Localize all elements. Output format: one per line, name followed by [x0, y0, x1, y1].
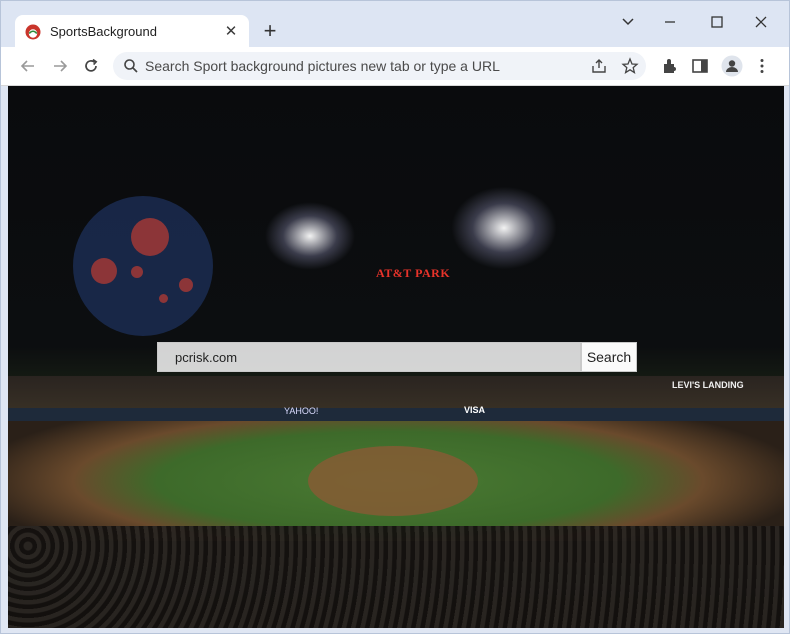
new-tab-page: AT&T PARK LEVI'S LANDING YAHOO! VISA Sea…	[8, 86, 784, 628]
tab-sportsbackground[interactable]: SportsBackground ✕	[15, 15, 249, 49]
browser-window: SportsBackground ✕ + Search Sport backgr…	[0, 0, 790, 634]
close-icon[interactable]	[747, 10, 775, 34]
sportsbackground-logo-icon	[25, 24, 41, 40]
search-input[interactable]	[158, 343, 580, 371]
side-panel-icon[interactable]	[690, 56, 710, 76]
search-input-container	[157, 342, 581, 372]
star-icon[interactable]	[621, 57, 639, 75]
new-tab-button[interactable]: +	[258, 19, 282, 43]
back-icon[interactable]	[15, 53, 41, 79]
omnibox-placeholder: Search Sport background pictures new tab…	[145, 58, 500, 74]
chevron-down-icon[interactable]	[614, 10, 642, 34]
search-icon	[124, 59, 138, 73]
levis-landing-sign: LEVI'S LANDING	[672, 380, 744, 390]
att-park-sign: AT&T PARK	[376, 266, 451, 280]
infield-dirt	[308, 446, 478, 516]
maximize-icon[interactable]	[703, 10, 731, 34]
omnibox[interactable]: Search Sport background pictures new tab…	[113, 52, 646, 80]
tab-close-icon[interactable]: ✕	[221, 22, 241, 42]
tab-title: SportsBackground	[50, 24, 157, 39]
browser-toolbar: Search Sport background pictures new tab…	[1, 47, 789, 86]
visa-sign: VISA	[464, 405, 486, 415]
outfield-fence	[8, 408, 784, 422]
share-icon[interactable]	[590, 57, 608, 75]
tab-strip: SportsBackground ✕ +	[1, 1, 789, 49]
extensions-icon[interactable]	[660, 56, 680, 76]
reload-icon[interactable]	[78, 53, 104, 79]
yahoo-sign: YAHOO!	[284, 406, 319, 416]
menu-icon[interactable]	[752, 56, 772, 76]
forward-icon[interactable]	[47, 53, 73, 79]
minimize-icon[interactable]	[656, 10, 684, 34]
watermark-logo	[73, 196, 213, 336]
crowd	[8, 526, 784, 628]
profile-icon[interactable]	[721, 55, 743, 77]
search-button[interactable]: Search	[581, 342, 637, 372]
